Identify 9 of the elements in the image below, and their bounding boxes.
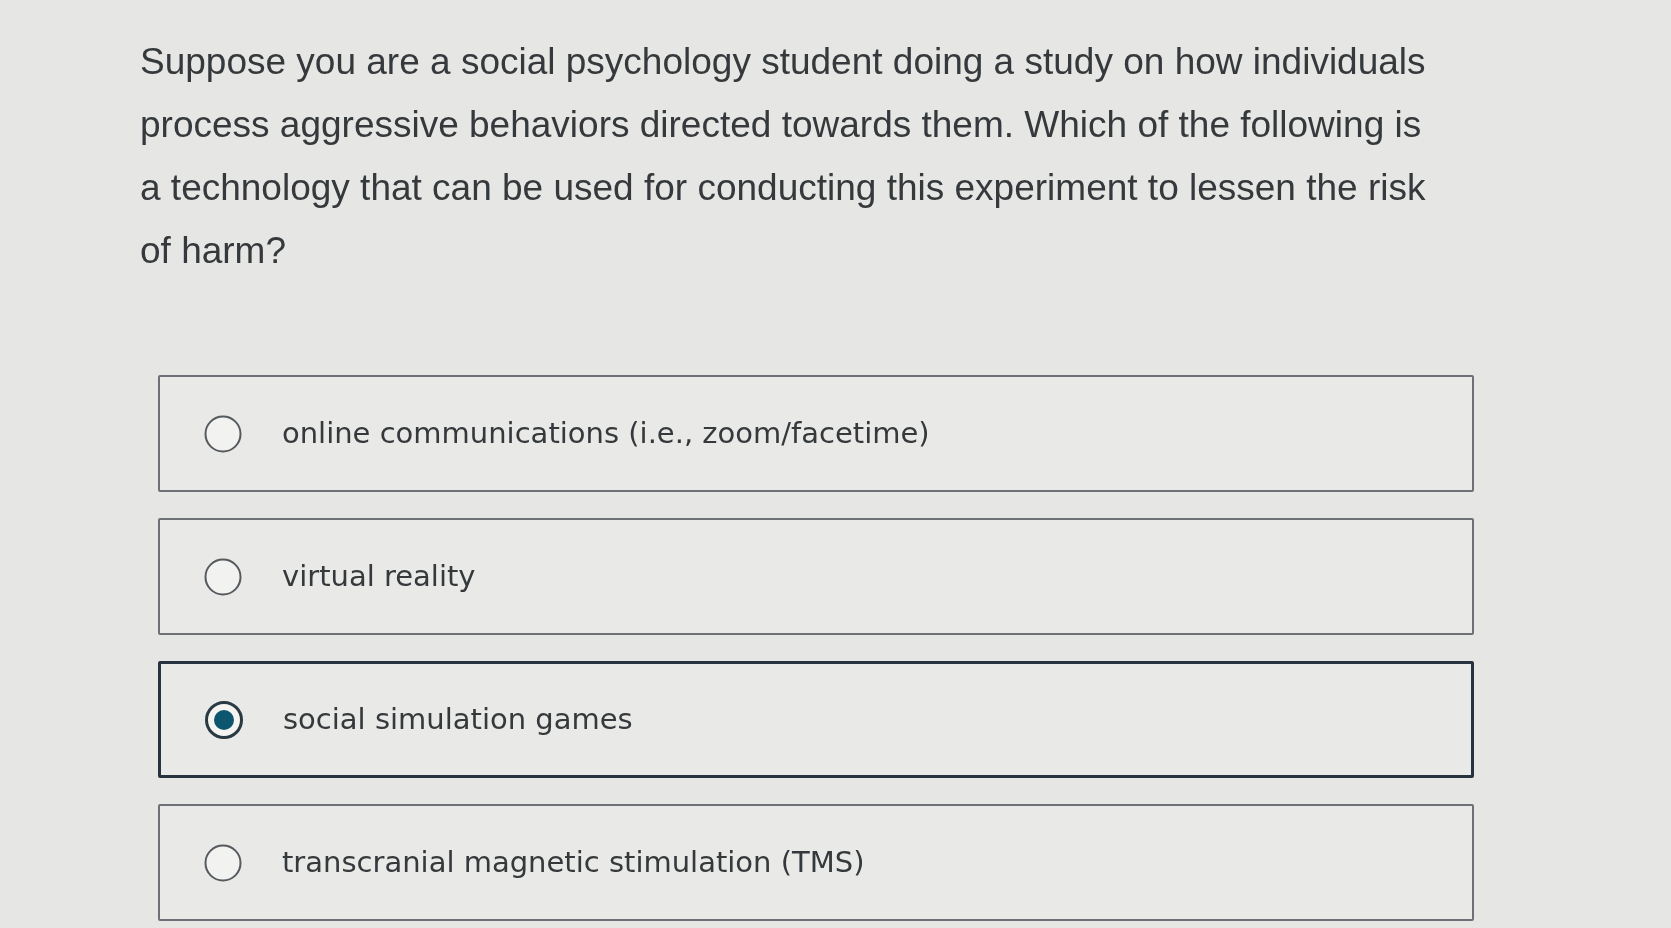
answer-option[interactable]: online communications (i.e., zoom/facetime) [158,375,1474,492]
answer-option[interactable]: transcranial magnetic stimulation (TMS) [158,804,1474,921]
radio-button[interactable] [204,414,242,453]
radio-button[interactable] [204,557,242,596]
radio-button-selected[interactable] [205,700,243,739]
question-text: Suppose you are a social psychology student doing a study on how individuals process aggressive behaviors directed towards them. Which of the following is a technology that can be used for conducting this experiment to lessen the risk of harm? [140,40,1427,273]
radio-button[interactable] [204,843,242,882]
answer-option[interactable]: virtual reality [158,518,1474,635]
answer-option[interactable]: social simulation games [158,661,1474,778]
